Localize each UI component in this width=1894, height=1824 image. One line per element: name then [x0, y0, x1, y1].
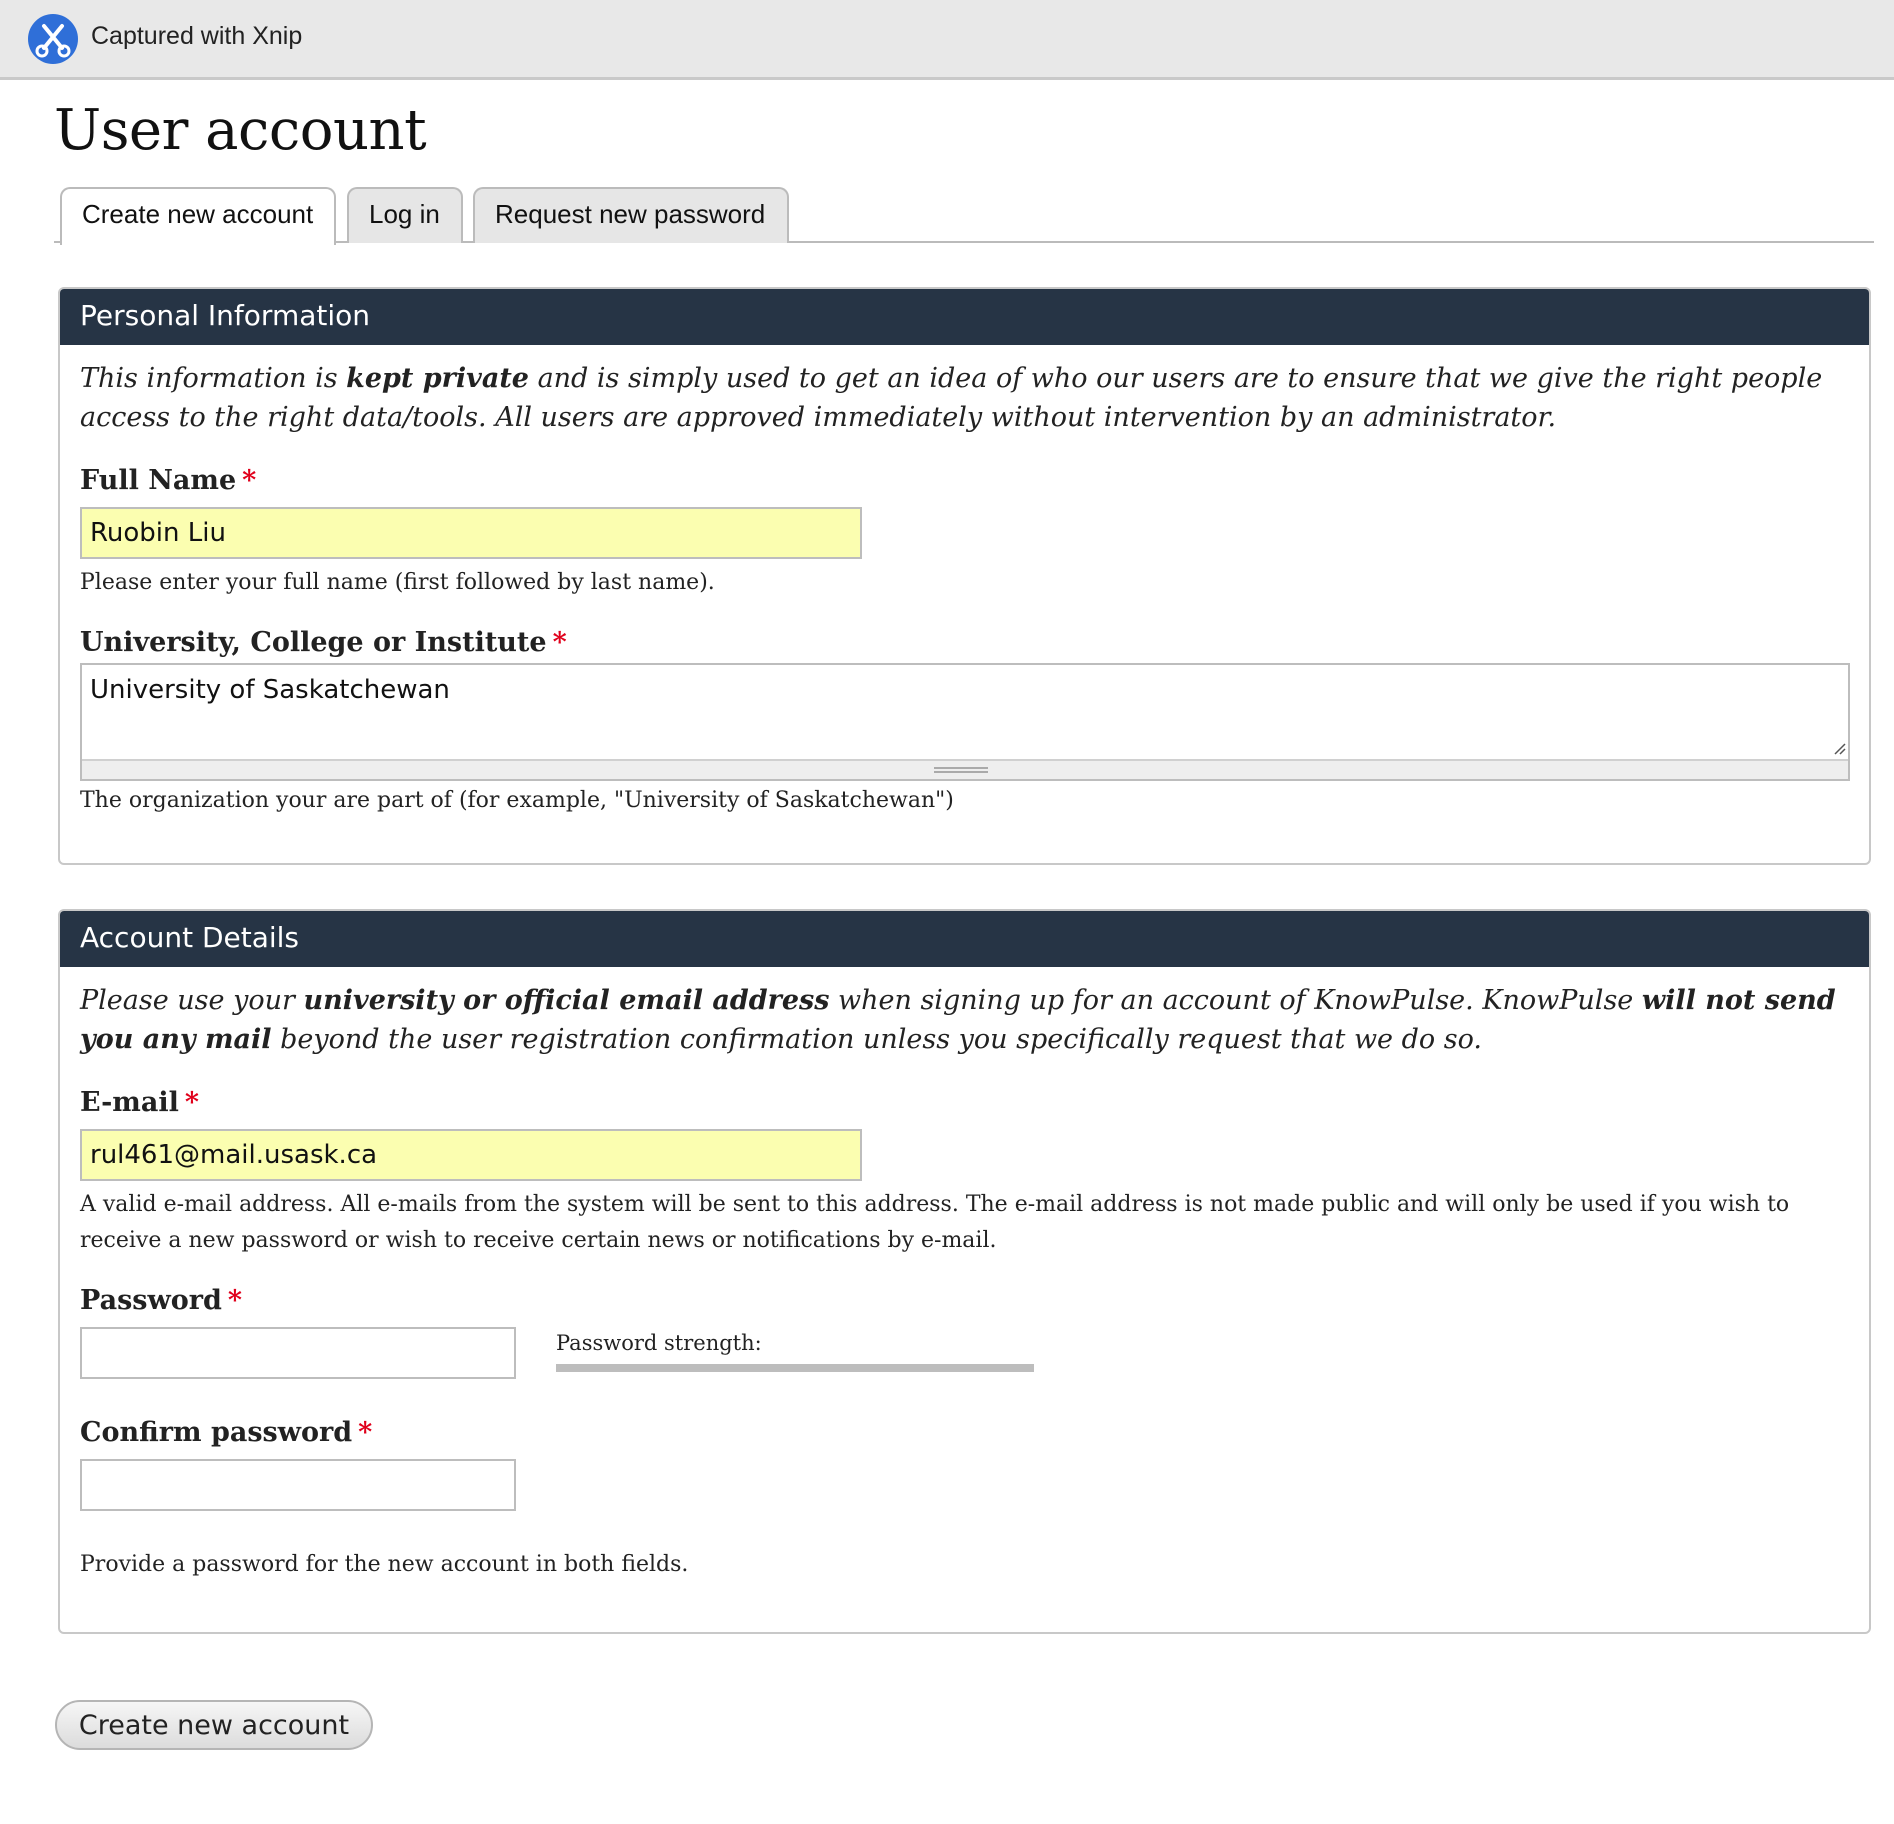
- confirm-password-input[interactable]: [80, 1459, 516, 1511]
- email-label-text: E-mail: [80, 1087, 179, 1118]
- confirm-password-label: Confirm password *: [80, 1417, 372, 1448]
- intro-emphasis: university or official email address: [303, 985, 830, 1016]
- tab-request-new-password[interactable]: Request new password: [473, 187, 789, 243]
- institute-textarea[interactable]: University of Saskatchewan: [82, 665, 1848, 759]
- institute-help: The organization your are part of (for e…: [80, 788, 954, 813]
- intro-text: This information is: [80, 363, 347, 394]
- required-marker: *: [552, 627, 567, 658]
- required-marker: *: [242, 465, 257, 496]
- required-marker: *: [227, 1285, 242, 1316]
- page-title: User account: [54, 98, 427, 163]
- full-name-input[interactable]: [80, 507, 862, 559]
- institute-label: University, College or Institute *: [80, 627, 567, 658]
- personal-information-intro: This information is kept private and is …: [80, 359, 1850, 437]
- email-input[interactable]: [80, 1129, 862, 1181]
- password-strength-meter: [556, 1364, 1034, 1372]
- email-label: E-mail *: [80, 1087, 199, 1118]
- email-help: A valid e-mail address. All e-mails from…: [80, 1192, 1790, 1253]
- capture-bar-text: Captured with Xnip: [91, 22, 303, 50]
- password-strength-label: Password strength:: [556, 1331, 762, 1355]
- account-details-intro: Please use your university or official e…: [80, 981, 1850, 1059]
- full-name-label-text: Full Name: [80, 465, 237, 496]
- required-marker: *: [184, 1087, 199, 1118]
- resize-corner-icon[interactable]: [1832, 741, 1846, 755]
- tab-log-in[interactable]: Log in: [347, 187, 463, 243]
- grip-lines-icon: [934, 767, 988, 773]
- tab-create-new-account[interactable]: Create new account: [60, 187, 336, 245]
- create-new-account-button[interactable]: Create new account: [55, 1700, 373, 1750]
- personal-information-fieldset: Personal Information This information is…: [58, 287, 1871, 865]
- account-details-fieldset: Account Details Please use your universi…: [58, 909, 1871, 1634]
- intro-text: Please use your: [80, 985, 304, 1016]
- password-input[interactable]: [80, 1327, 516, 1379]
- intro-text: beyond the user registration confirmatio…: [271, 1024, 1482, 1055]
- personal-information-legend: Personal Information: [60, 289, 1869, 345]
- confirm-password-label-text: Confirm password: [80, 1417, 353, 1448]
- account-details-legend: Account Details: [60, 911, 1869, 967]
- password-help: Provide a password for the new account i…: [80, 1552, 689, 1577]
- password-label-text: Password: [80, 1285, 222, 1316]
- password-label: Password *: [80, 1285, 242, 1316]
- capture-bar: Captured with Xnip: [0, 0, 1894, 80]
- intro-emphasis: kept private: [346, 363, 529, 394]
- full-name-label: Full Name *: [80, 465, 256, 496]
- intro-text: when signing up for an account of KnowPu…: [829, 985, 1642, 1016]
- required-marker: *: [358, 1417, 373, 1448]
- scissors-icon: [28, 14, 78, 64]
- textarea-resize-grip[interactable]: [82, 759, 1848, 779]
- institute-textarea-wrapper: University of Saskatchewan: [80, 663, 1850, 781]
- institute-label-text: University, College or Institute: [80, 627, 547, 658]
- full-name-help: Please enter your full name (first follo…: [80, 570, 715, 595]
